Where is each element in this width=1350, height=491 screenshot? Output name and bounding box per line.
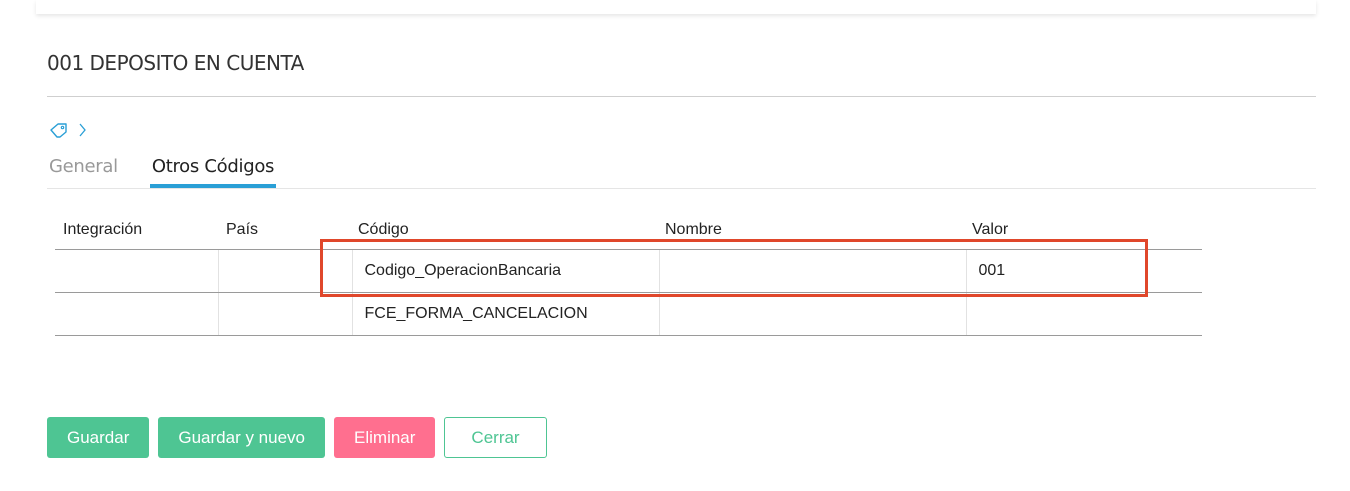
column-header-nombre[interactable]: Nombre (659, 210, 966, 250)
action-bar: Guardar Guardar y nuevo Eliminar Cerrar (47, 417, 547, 458)
page-title: 001 DEPOSITO EN CUENTA (47, 51, 304, 75)
cell-pais[interactable] (217, 292, 352, 336)
cell-pais[interactable] (217, 249, 352, 293)
cell-nombre[interactable] (658, 249, 966, 293)
tab-general[interactable]: General (47, 154, 120, 188)
save-and-new-button[interactable]: Guardar y nuevo (158, 417, 326, 458)
tab-bar: General Otros Códigos (47, 154, 277, 188)
table-header-row: Integración País Código Nombre Valor (55, 210, 1202, 250)
column-header-valor[interactable]: Valor (966, 210, 1202, 250)
breadcrumb (49, 120, 87, 140)
cell-integracion[interactable] (55, 249, 218, 293)
cell-valor[interactable] (965, 292, 1202, 336)
cell-integracion[interactable] (55, 292, 218, 336)
tab-otros-codigos[interactable]: Otros Códigos (149, 154, 277, 188)
cell-codigo[interactable]: FCE_FORMA_CANCELACION (351, 292, 659, 336)
title-divider (47, 96, 1316, 97)
table-row[interactable]: Codigo_OperacionBancaria 001 (55, 249, 1202, 293)
column-header-pais[interactable]: País (218, 210, 352, 250)
chevron-right-icon (79, 122, 87, 138)
close-button[interactable]: Cerrar (444, 417, 547, 458)
save-button[interactable]: Guardar (47, 417, 150, 458)
tabs-divider (47, 188, 1316, 189)
column-header-integracion[interactable]: Integración (55, 210, 218, 250)
cell-codigo[interactable]: Codigo_OperacionBancaria (351, 249, 659, 293)
delete-button[interactable]: Eliminar (334, 417, 436, 458)
column-header-codigo[interactable]: Código (352, 210, 659, 250)
cell-nombre[interactable] (658, 292, 966, 336)
table-row[interactable]: FCE_FORMA_CANCELACION (55, 292, 1202, 336)
codes-table: Integración País Código Nombre Valor Cod… (55, 210, 1202, 336)
top-bar (36, 0, 1316, 14)
cell-valor[interactable]: 001 (965, 249, 1202, 293)
tag-icon[interactable] (49, 122, 69, 138)
